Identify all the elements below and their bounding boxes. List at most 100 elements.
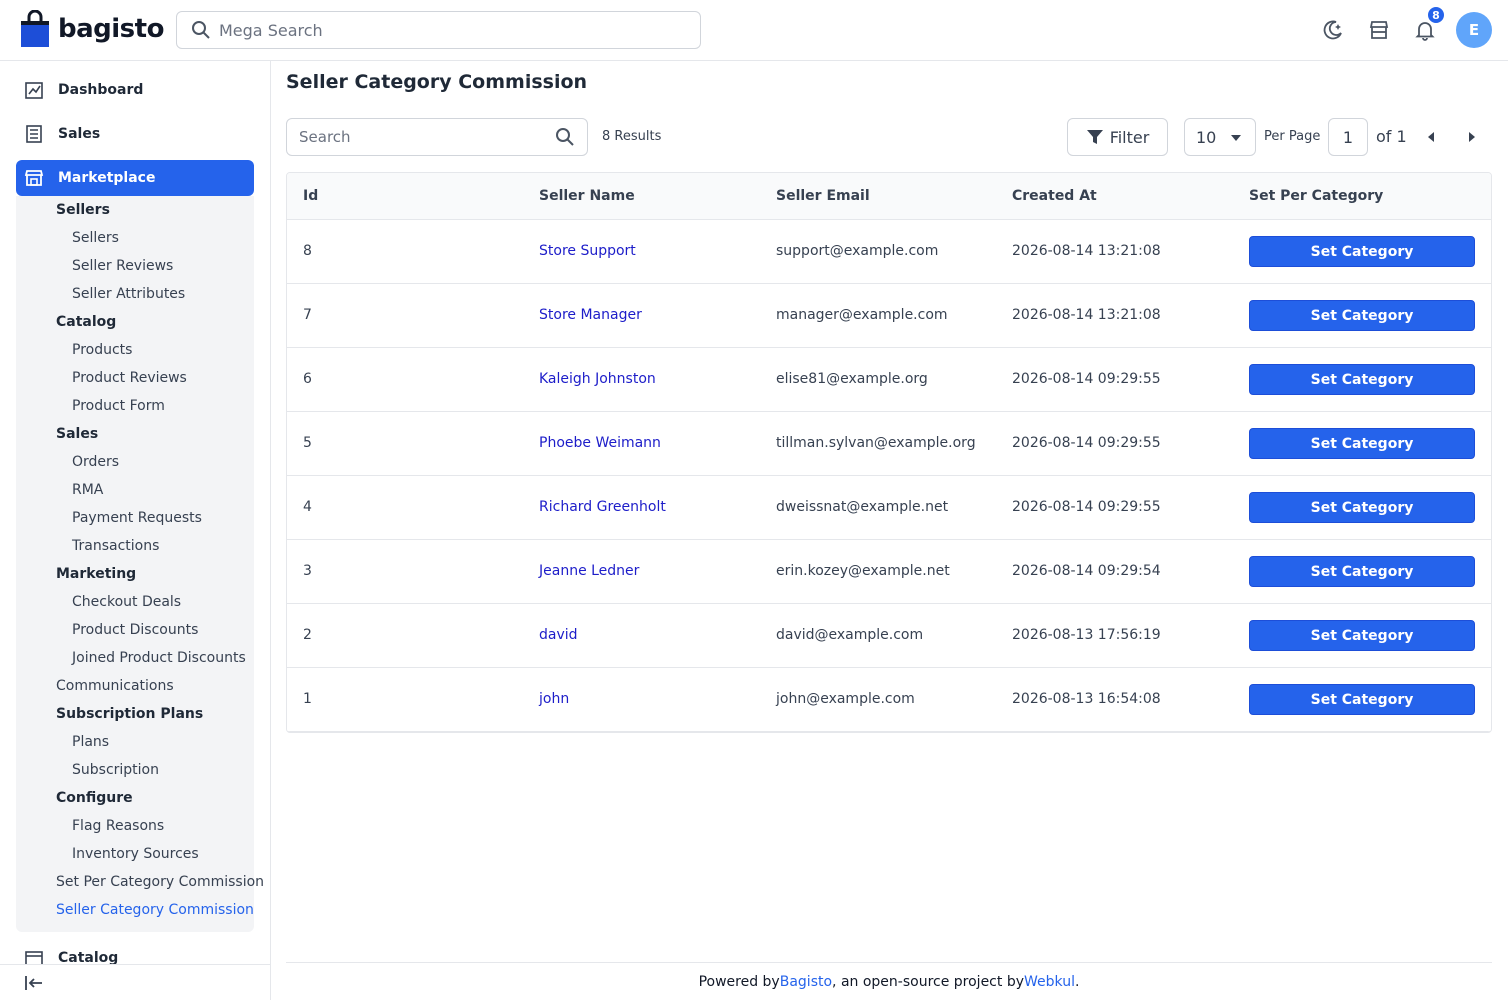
submenu-item-checkout-deals[interactable]: Checkout Deals	[72, 594, 181, 610]
mega-search-box[interactable]	[176, 11, 701, 49]
footer-middle: , an open-source project by	[832, 973, 1024, 990]
submenu-item-set-per-category-commission[interactable]: Set Per Category Commission	[56, 874, 264, 890]
set-category-button[interactable]: Set Category	[1249, 428, 1475, 459]
sidebar-item-dashboard[interactable]: Dashboard	[16, 72, 254, 108]
footer: Powered by Bagisto, an open-source proje…	[286, 962, 1492, 1000]
next-page-button[interactable]	[1462, 128, 1482, 146]
brand-logo[interactable]: bagisto	[20, 10, 164, 48]
per-page-select[interactable]: 10	[1184, 118, 1256, 156]
caret-down-icon	[1231, 135, 1241, 141]
submenu-item-communications[interactable]: Communications	[56, 678, 174, 694]
submenu-item-products[interactable]: Products	[72, 342, 132, 358]
set-category-button[interactable]: Set Category	[1249, 492, 1475, 523]
page-number-input[interactable]: 1	[1328, 118, 1368, 156]
table-row: 3 Jeanne Ledner erin.kozey@example.net 2…	[287, 540, 1491, 604]
submenu-item-seller-category-commission[interactable]: Seller Category Commission	[56, 902, 254, 918]
column-header-seller-name[interactable]: Seller Name	[539, 188, 635, 204]
submenu-item-product-form[interactable]: Product Form	[72, 398, 165, 414]
set-category-button[interactable]: Set Category	[1249, 300, 1475, 331]
submenu-item-subscription[interactable]: Subscription	[72, 762, 159, 778]
mega-search-input[interactable]	[219, 20, 679, 40]
user-avatar[interactable]: E	[1456, 12, 1492, 48]
moon-icon	[1323, 20, 1342, 40]
seller-name-link[interactable]: Phoebe Weimann	[539, 435, 661, 451]
submenu-item-plans[interactable]: Plans	[72, 734, 109, 750]
set-category-button[interactable]: Set Category	[1249, 684, 1475, 715]
table-row: 2 david david@example.com 2026-08-13 17:…	[287, 604, 1491, 668]
top-bar: bagisto 8 E	[0, 0, 1508, 61]
seller-name-link[interactable]: Jeanne Ledner	[539, 563, 639, 579]
column-header-seller-email[interactable]: Seller Email	[776, 188, 870, 204]
cell-id: 3	[303, 563, 312, 579]
submenu-item-inventory-sources[interactable]: Inventory Sources	[72, 846, 199, 862]
table-row: 4 Richard Greenholt dweissnat@example.ne…	[287, 476, 1491, 540]
submenu-group-subscription-plans[interactable]: Subscription Plans	[56, 706, 203, 722]
submenu-group-catalog[interactable]: Catalog	[56, 314, 116, 330]
bagisto-link[interactable]: Bagisto	[780, 974, 832, 990]
previous-page-button[interactable]	[1421, 128, 1441, 146]
bag-logo-icon	[21, 10, 49, 47]
store-icon	[1369, 21, 1389, 39]
submenu-item-rma[interactable]: RMA	[72, 482, 103, 498]
cell-email: david@example.com	[776, 627, 924, 643]
data-grid: Id Seller Name Seller Email Created At S…	[286, 172, 1492, 733]
sidebar: Dashboard Sales Marketplace Sellers Sell…	[0, 61, 271, 1000]
set-category-button[interactable]: Set Category	[1249, 236, 1475, 267]
seller-name-link[interactable]: Store Support	[539, 243, 636, 259]
cell-created-at: 2026-08-14 09:29:55	[1012, 371, 1161, 387]
cell-created-at: 2026-08-14 13:21:08	[1012, 307, 1161, 323]
cell-email: erin.kozey@example.net	[776, 563, 950, 579]
submenu-item-sellers[interactable]: Sellers	[72, 230, 119, 246]
seller-name-link[interactable]: Store Manager	[539, 307, 642, 323]
submenu-item-seller-attributes[interactable]: Seller Attributes	[72, 286, 185, 302]
submenu-group-sellers[interactable]: Sellers	[56, 202, 110, 218]
cell-created-at: 2026-08-14 09:29:55	[1012, 499, 1161, 515]
dark-mode-toggle[interactable]	[1310, 12, 1356, 48]
webkul-link[interactable]: Webkul	[1024, 974, 1075, 990]
submenu-item-orders[interactable]: Orders	[72, 454, 119, 470]
cell-created-at: 2026-08-14 09:29:55	[1012, 435, 1161, 451]
set-category-button[interactable]: Set Category	[1249, 364, 1475, 395]
cell-id: 8	[303, 243, 312, 259]
cell-created-at: 2026-08-14 09:29:54	[1012, 563, 1161, 579]
storefront-button[interactable]	[1356, 12, 1402, 48]
cell-created-at: 2026-08-13 16:54:08	[1012, 691, 1161, 707]
search-icon	[192, 21, 210, 39]
submenu-item-payment-requests[interactable]: Payment Requests	[72, 510, 202, 526]
footer-prefix: Powered by	[698, 973, 780, 990]
submenu-group-sales[interactable]: Sales	[56, 426, 98, 442]
submenu-item-product-reviews[interactable]: Product Reviews	[72, 370, 187, 386]
seller-name-link[interactable]: Richard Greenholt	[539, 499, 666, 515]
cell-created-at: 2026-08-13 17:56:19	[1012, 627, 1161, 643]
marketplace-submenu: Sellers Sellers Seller Reviews Seller At…	[16, 196, 264, 932]
sidebar-item-sales[interactable]: Sales	[16, 116, 254, 152]
column-header-id[interactable]: Id	[303, 188, 318, 204]
cell-id: 1	[303, 691, 312, 707]
footer-suffix: .	[1074, 973, 1080, 990]
table-row: 6 Kaleigh Johnston elise81@example.org 2…	[287, 348, 1491, 412]
set-category-button[interactable]: Set Category	[1249, 620, 1475, 651]
filter-button[interactable]: Filter	[1067, 118, 1168, 156]
submenu-item-transactions[interactable]: Transactions	[72, 538, 159, 554]
caret-left-icon	[1428, 132, 1434, 142]
submenu-group-marketing[interactable]: Marketing	[56, 566, 136, 582]
submenu-group-configure[interactable]: Configure	[56, 790, 133, 806]
column-header-created-at[interactable]: Created At	[1012, 188, 1097, 204]
set-category-button[interactable]: Set Category	[1249, 556, 1475, 587]
submenu-item-flag-reasons[interactable]: Flag Reasons	[72, 818, 164, 834]
seller-name-link[interactable]: david	[539, 627, 578, 643]
seller-name-link[interactable]: Kaleigh Johnston	[539, 371, 656, 387]
table-search-box[interactable]	[286, 118, 588, 156]
cell-created-at: 2026-08-14 13:21:08	[1012, 243, 1161, 259]
submenu-item-product-discounts[interactable]: Product Discounts	[72, 622, 198, 638]
submenu-item-joined-product-discounts[interactable]: Joined Product Discounts	[72, 650, 246, 666]
sidebar-item-label: Marketplace	[58, 170, 156, 186]
notifications-button[interactable]: 8	[1402, 5, 1448, 48]
dashboard-icon	[25, 82, 43, 99]
sidebar-item-marketplace[interactable]: Marketplace	[16, 160, 254, 196]
search-icon[interactable]	[555, 127, 575, 147]
seller-name-link[interactable]: john	[539, 691, 569, 707]
submenu-item-seller-reviews[interactable]: Seller Reviews	[72, 258, 173, 274]
sidebar-collapse-button[interactable]	[0, 964, 270, 1000]
table-search-input[interactable]	[299, 128, 555, 146]
